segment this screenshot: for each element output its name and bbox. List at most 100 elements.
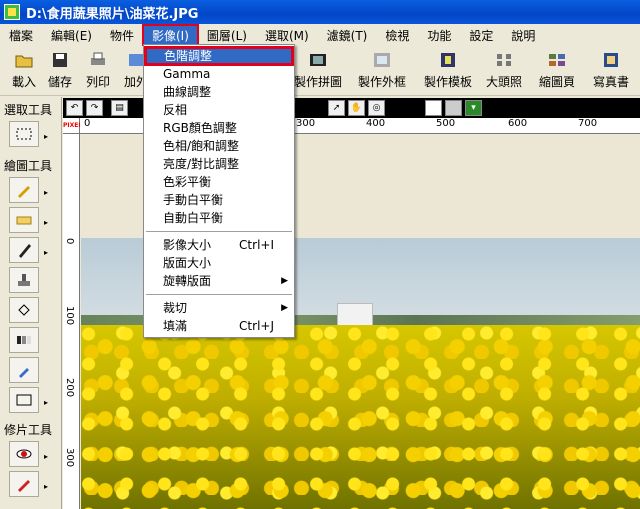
- eraser-tool[interactable]: ▸: [9, 207, 48, 233]
- fill-tool[interactable]: [9, 297, 39, 323]
- make-template-label: 製作模板: [423, 75, 472, 89]
- hand-button[interactable]: ✋: [348, 100, 365, 116]
- menu-item-rgb-adjust[interactable]: RGB顏色調整: [144, 119, 294, 137]
- menu-separator: [146, 231, 292, 232]
- make-collage-button[interactable]: 製作拼圖: [290, 48, 346, 92]
- menu-item-invert[interactable]: 反相: [144, 101, 294, 119]
- menu-item-canvas-size[interactable]: 版面大小: [144, 254, 294, 272]
- make-template-button[interactable]: 製作模板: [418, 48, 478, 92]
- ruler-tick-label: 0: [64, 238, 75, 245]
- pencil-tool[interactable]: ▸: [9, 237, 48, 263]
- menu-edit[interactable]: 編輯(E): [42, 25, 101, 46]
- stamp-icon: [18, 274, 30, 286]
- copy-icon: ▤: [115, 103, 124, 113]
- eraser-icon: [16, 216, 32, 225]
- photo-book-icon: [604, 53, 618, 67]
- menu-item-gamma[interactable]: Gamma: [144, 65, 294, 83]
- marquee-icon: [16, 128, 32, 140]
- menu-layer[interactable]: 圖層(L): [198, 25, 256, 46]
- copy-button[interactable]: ▤: [111, 100, 128, 116]
- menu-view[interactable]: 檢視: [376, 25, 418, 46]
- save-disk-icon: [53, 53, 67, 67]
- image-menu-dropdown: 色階調整 Gamma 曲線調整 反相 RGB顏色調整 色相/飽和調整 亮度/對比…: [143, 44, 295, 338]
- ruler-tick-label: 600: [508, 118, 528, 129]
- portrait-label: 大頭照: [485, 75, 522, 89]
- zoom-icon: ◎: [372, 103, 381, 113]
- stamp-tool[interactable]: [9, 267, 39, 293]
- retouch-brush-icon: [18, 480, 30, 492]
- shape-tool[interactable]: ▸: [9, 387, 48, 413]
- menu-item-color-balance[interactable]: 色彩平衡: [144, 173, 294, 191]
- pointer-icon: ➚: [332, 103, 341, 113]
- portrait-button[interactable]: 大頭照: [482, 48, 526, 92]
- color-dropdown[interactable]: ▾: [465, 100, 482, 116]
- ruler-tick-label: 100: [64, 306, 75, 326]
- menu-item-image-size[interactable]: 影像大小 Ctrl+I: [144, 236, 294, 254]
- background-color-swatch[interactable]: [445, 100, 462, 116]
- menu-item-fill[interactable]: 填滿 Ctrl+J: [144, 317, 294, 335]
- menu-settings[interactable]: 設定: [460, 25, 502, 46]
- photo-book-button[interactable]: 寫真書: [586, 48, 636, 92]
- menu-item-manual-white-balance[interactable]: 手動白平衡: [144, 191, 294, 209]
- film-strip-icon: [310, 54, 326, 66]
- retouch-brush-tool[interactable]: ▸: [9, 471, 48, 497]
- red-eye-tool[interactable]: ▸: [9, 441, 48, 467]
- ruler-tick-label: 500: [436, 118, 456, 129]
- submenu-arrow-icon: ▶: [281, 276, 288, 286]
- pointer-button[interactable]: ➚: [328, 100, 345, 116]
- tool-dropdown-arrow[interactable]: ▸: [44, 482, 48, 491]
- undo-button[interactable]: ↶: [66, 100, 83, 116]
- shortcut-label: Ctrl+I: [239, 238, 274, 252]
- title-bar: D:\食用蔬果照片\油菜花.JPG: [0, 0, 640, 24]
- tool-dropdown-arrow[interactable]: ▸: [44, 398, 48, 407]
- tool-dropdown-arrow[interactable]: ▸: [44, 452, 48, 461]
- ruler-tick-label: 300: [64, 448, 75, 468]
- foreground-color-swatch[interactable]: [425, 100, 442, 116]
- menu-file[interactable]: 檔案: [0, 25, 42, 46]
- zoom-button[interactable]: ◎: [368, 100, 385, 116]
- menu-item-levels[interactable]: 色階調整: [144, 46, 294, 66]
- menu-separator: [146, 294, 292, 295]
- menu-item-auto-white-balance[interactable]: 自動白平衡: [144, 209, 294, 227]
- menu-item-curves[interactable]: 曲線調整: [144, 83, 294, 101]
- make-frame-button[interactable]: 製作外框: [352, 48, 412, 92]
- menu-item-hue-saturation[interactable]: 色相/飽和調整: [144, 137, 294, 155]
- tool-dropdown-arrow[interactable]: ▸: [44, 132, 48, 141]
- menu-item-rotate-canvas[interactable]: 旋轉版面 ▶: [144, 272, 294, 290]
- template-icon: [441, 53, 455, 67]
- ruler-tick-label: 200: [64, 378, 75, 398]
- chevron-down-icon: ▾: [471, 103, 476, 113]
- ruler-unit: PIXEL: [63, 118, 82, 134]
- thumbnail-page-button[interactable]: 縮圖頁: [532, 48, 582, 92]
- brush-tool[interactable]: ▸: [9, 177, 48, 203]
- menu-help[interactable]: 說明: [502, 25, 544, 46]
- menu-select[interactable]: 選取(M): [256, 25, 318, 46]
- menu-filter[interactable]: 濾鏡(T): [318, 25, 377, 46]
- tool-dropdown-arrow[interactable]: ▸: [44, 248, 48, 257]
- thumbnail-page-label: 縮圖頁: [538, 75, 575, 89]
- ruler-tick-label: 300: [296, 118, 316, 129]
- photo-rapeseed-field: [81, 325, 640, 509]
- gradient-tool[interactable]: [9, 327, 39, 353]
- redo-button[interactable]: ↷: [86, 100, 103, 116]
- rect-select-tool[interactable]: ▸: [9, 121, 48, 147]
- tool-dropdown-arrow[interactable]: ▸: [44, 188, 48, 197]
- eyedropper-icon: [19, 368, 29, 378]
- main-toolbar: 載入 儲存 列印 加外 製作拼圖 製作外框 製作模板 大頭照 縮圖頁 寫真書: [0, 46, 640, 96]
- eye-icon: [16, 449, 32, 459]
- menu-image[interactable]: 影像(I): [141, 23, 199, 47]
- draw-tools-title: 繪圖工具: [4, 159, 53, 173]
- shortcut-label: Ctrl+J: [239, 319, 274, 333]
- menu-function[interactable]: 功能: [418, 25, 460, 46]
- tool-dropdown-arrow[interactable]: ▸: [44, 218, 48, 227]
- eyedropper-tool[interactable]: [9, 357, 39, 383]
- submenu-arrow-icon: ▶: [281, 303, 288, 313]
- make-collage-label: 製作拼圖: [293, 75, 342, 89]
- rectangle-icon: [16, 394, 32, 406]
- menu-item-brightness-contrast[interactable]: 亮度/對比調整: [144, 155, 294, 173]
- menu-item-crop[interactable]: 裁切 ▶: [144, 299, 294, 317]
- hand-icon: ✋: [350, 103, 363, 113]
- menu-object[interactable]: 物件: [101, 25, 143, 46]
- menu-bar: 檔案 編輯(E) 物件 影像(I) 圖層(L) 選取(M) 濾鏡(T) 檢視 功…: [0, 23, 640, 47]
- photo-book-label: 寫真書: [592, 75, 629, 89]
